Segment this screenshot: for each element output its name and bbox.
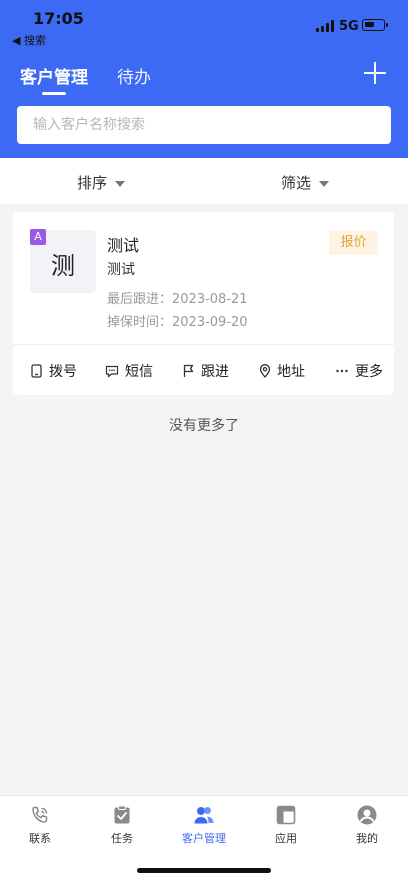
nav-apps[interactable]: 应用 <box>256 804 316 846</box>
filter-bar: 排序 筛选 <box>0 158 408 204</box>
drop-time: 掉保时间：2023-09-20 <box>107 315 248 330</box>
nav-profile-label: 我的 <box>356 832 378 845</box>
address-button[interactable]: 地址 <box>259 361 305 381</box>
more-button[interactable]: 更多 <box>335 361 383 381</box>
address-label: 地址 <box>277 364 305 380</box>
dial-button[interactable]: 拨号 <box>30 361 77 381</box>
more-label: 更多 <box>355 364 383 380</box>
message-icon <box>105 365 119 378</box>
phone-icon <box>32 806 48 823</box>
last-follow-date: 最后跟进：2023-08-21 <box>107 292 248 307</box>
nav-customer-management[interactable]: 客户管理 <box>174 804 234 846</box>
status-badge: 报价 <box>329 231 378 255</box>
filter-dropdown[interactable]: 筛选 <box>281 172 330 193</box>
status-time: 17:05 <box>33 9 84 28</box>
more-dots-icon <box>336 369 348 373</box>
customer-card[interactable]: 测 A 测试 测试 最后跟进：2023-08-21 掉保时间：2023-09-2… <box>13 212 394 395</box>
caret-down-icon <box>115 180 126 187</box>
tab-todo[interactable]: 待办 <box>117 63 151 88</box>
customer-icon <box>194 807 214 824</box>
sms-button[interactable]: 短信 <box>105 361 153 381</box>
profile-icon <box>357 805 377 825</box>
caret-down-icon <box>319 180 330 187</box>
dial-label: 拨号 <box>49 364 77 380</box>
nav-profile[interactable]: 我的 <box>337 804 397 846</box>
phone-icon <box>31 364 42 378</box>
task-icon <box>114 805 130 824</box>
signal-icon <box>316 20 334 32</box>
battery-icon <box>362 19 388 31</box>
tab-customer-management[interactable]: 客户管理 <box>20 63 88 88</box>
active-tab-indicator <box>42 92 66 95</box>
app-header: 17:05 ◀ 搜索 5G 客户管理 待办 <box>0 0 408 158</box>
card-divider <box>13 344 394 345</box>
home-indicator <box>137 868 271 873</box>
nav-apps-label: 应用 <box>275 832 297 845</box>
plus-icon[interactable] <box>364 62 386 84</box>
follow-up-label: 跟进 <box>201 364 229 380</box>
nav-contacts[interactable]: 联系 <box>10 804 70 846</box>
follow-up-button[interactable]: 跟进 <box>182 361 229 381</box>
grade-badge: A <box>30 229 46 245</box>
customer-company: 测试 <box>107 262 135 278</box>
sort-dropdown[interactable]: 排序 <box>77 172 126 193</box>
nav-tasks-label: 任务 <box>111 832 133 845</box>
customer-name: 测试 <box>107 236 140 255</box>
filter-label: 筛选 <box>281 174 312 192</box>
network-label: 5G <box>339 19 359 34</box>
nav-customer-management-label: 客户管理 <box>182 832 226 845</box>
flag-icon <box>183 364 194 377</box>
avatar-char: 测 <box>51 252 75 280</box>
sort-label: 排序 <box>77 174 108 192</box>
apps-icon <box>276 805 296 825</box>
location-pin-icon <box>259 364 271 378</box>
nav-contacts-label: 联系 <box>29 832 51 845</box>
list-end-text: 没有更多了 <box>169 418 239 434</box>
search-input[interactable] <box>17 106 391 144</box>
sms-label: 短信 <box>125 364 153 380</box>
back-to-app-link[interactable]: ◀ 搜索 <box>12 32 46 48</box>
nav-tasks[interactable]: 任务 <box>92 804 152 846</box>
